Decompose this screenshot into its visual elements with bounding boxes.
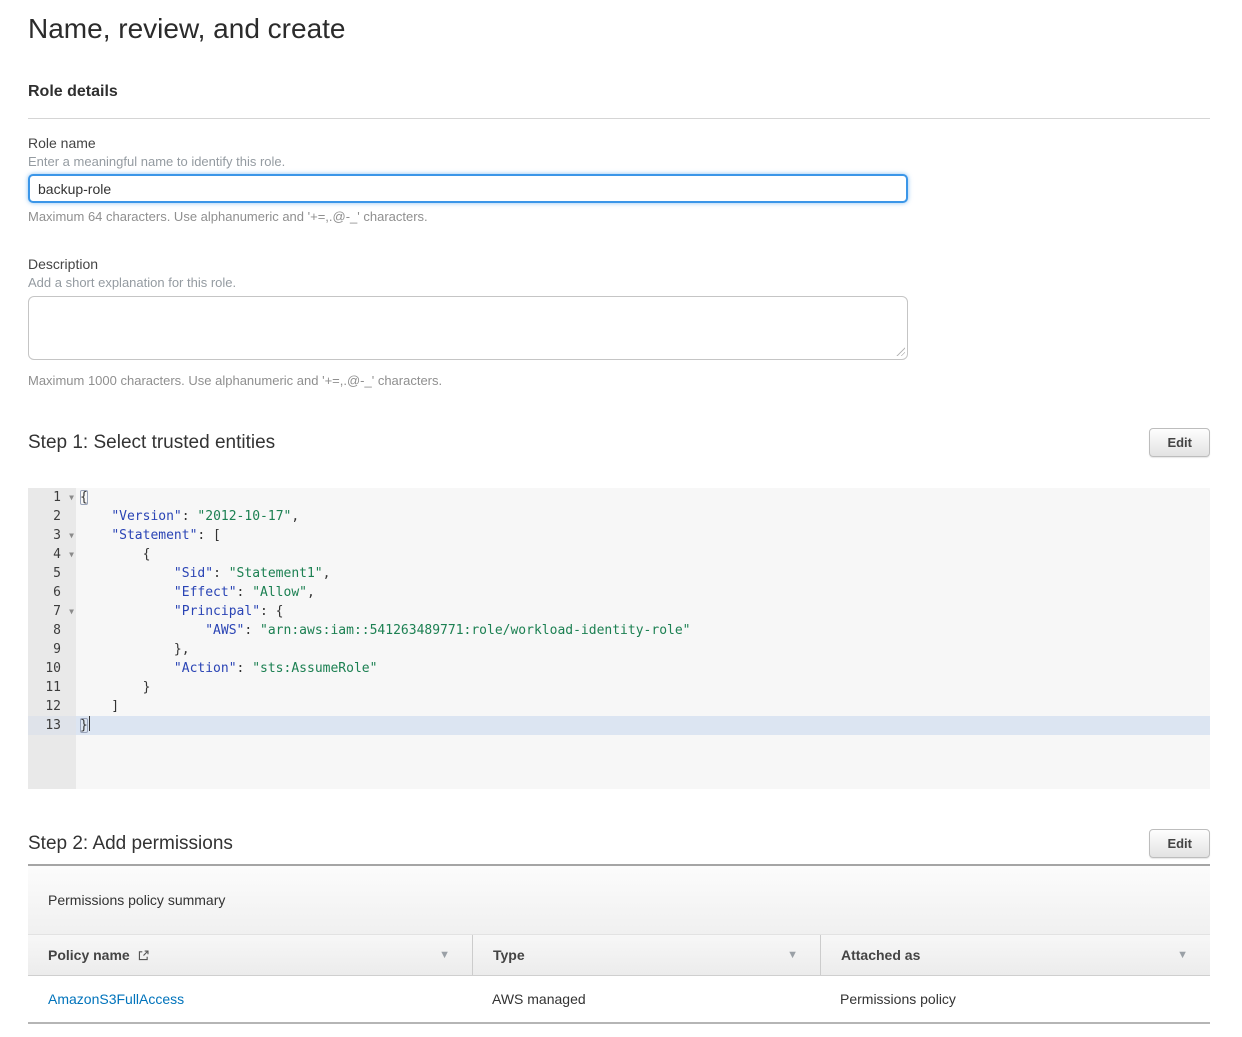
line-number: 2 xyxy=(28,507,76,526)
external-link-icon xyxy=(137,949,150,962)
editor-gutter: 1▼23▼4▼567▼8910111213 xyxy=(28,488,76,789)
column-header-attached-as[interactable]: Attached as ▼ xyxy=(820,935,1210,975)
code-line: } xyxy=(80,678,1210,697)
line-number: 12 xyxy=(28,697,76,716)
column-header-type[interactable]: Type ▼ xyxy=(472,935,820,975)
fold-caret-icon[interactable]: ▼ xyxy=(69,488,74,507)
line-number: 5 xyxy=(28,564,76,583)
line-number: 13 xyxy=(28,716,76,735)
line-number: 6 xyxy=(28,583,76,602)
sort-dropdown-icon[interactable]: ▼ xyxy=(439,949,450,961)
code-line: { xyxy=(80,545,1210,564)
policy-name-column-label: Policy name xyxy=(48,947,130,963)
description-constraint: Maximum 1000 characters. Use alphanumeri… xyxy=(28,373,1210,388)
divider xyxy=(28,118,1210,119)
fold-caret-icon[interactable]: ▼ xyxy=(69,602,74,621)
code-line: "Statement": [ xyxy=(80,526,1210,545)
step1-heading: Step 1: Select trusted entities xyxy=(28,431,275,455)
fold-caret-icon[interactable]: ▼ xyxy=(69,526,74,545)
type-column-label: Type xyxy=(493,947,525,963)
attached-as-column-label: Attached as xyxy=(841,947,920,963)
permissions-panel: Permissions policy summary Policy name ▼… xyxy=(28,864,1210,1024)
step1-header: Step 1: Select trusted entities Edit xyxy=(28,428,1210,457)
editor-code[interactable]: { "Version": "2012-10-17", "Statement": … xyxy=(76,488,1210,789)
step2-heading: Step 2: Add permissions xyxy=(28,832,233,856)
description-help: Add a short explanation for this role. xyxy=(28,275,1210,290)
description-label: Description xyxy=(28,256,1210,273)
policy-link[interactable]: AmazonS3FullAccess xyxy=(48,991,184,1007)
create-role-review-page: Name, review, and create Role details Ro… xyxy=(0,0,1242,1024)
trust-policy-editor[interactable]: 1▼23▼4▼567▼8910111213 { "Version": "2012… xyxy=(28,488,1210,789)
line-number: 8 xyxy=(28,621,76,640)
code-line: } xyxy=(76,716,1210,735)
role-details-heading: Role details xyxy=(28,82,1210,101)
code-line: "Effect": "Allow", xyxy=(80,583,1210,602)
line-number: 7▼ xyxy=(28,602,76,621)
page-title: Name, review, and create xyxy=(28,12,1210,46)
code-line: }, xyxy=(80,640,1210,659)
code-line: "Sid": "Statement1", xyxy=(80,564,1210,583)
table-row: AmazonS3FullAccess AWS managed Permissio… xyxy=(28,976,1210,1024)
role-name-label: Role name xyxy=(28,135,1210,152)
role-name-help: Enter a meaningful name to identify this… xyxy=(28,154,1210,169)
code-line: "AWS": "arn:aws:iam::541263489771:role/w… xyxy=(80,621,1210,640)
column-header-policy-name[interactable]: Policy name ▼ xyxy=(28,935,472,975)
step2-header: Step 2: Add permissions Edit xyxy=(28,829,1210,858)
line-number: 9 xyxy=(28,640,76,659)
line-number: 4▼ xyxy=(28,545,76,564)
code-line: ] xyxy=(80,697,1210,716)
policy-table-header: Policy name ▼ Type ▼ Attached as ▼ xyxy=(28,934,1210,976)
text-cursor xyxy=(89,716,90,731)
policy-type-cell: AWS managed xyxy=(472,991,820,1007)
permissions-panel-title: Permissions policy summary xyxy=(28,866,1210,934)
code-line: { xyxy=(80,488,1210,507)
sort-dropdown-icon[interactable]: ▼ xyxy=(1177,949,1188,961)
step1-edit-button[interactable]: Edit xyxy=(1149,428,1210,457)
code-line: "Version": "2012-10-17", xyxy=(80,507,1210,526)
role-name-constraint: Maximum 64 characters. Use alphanumeric … xyxy=(28,209,1210,224)
line-number: 10 xyxy=(28,659,76,678)
sort-dropdown-icon[interactable]: ▼ xyxy=(787,949,798,961)
policy-attached-as-cell: Permissions policy xyxy=(820,991,1210,1007)
code-line: "Action": "sts:AssumeRole" xyxy=(80,659,1210,678)
fold-caret-icon[interactable]: ▼ xyxy=(69,545,74,564)
code-line: "Principal": { xyxy=(80,602,1210,621)
description-textarea[interactable] xyxy=(28,296,908,360)
line-number: 1▼ xyxy=(28,488,76,507)
line-number: 11 xyxy=(28,678,76,697)
role-name-input[interactable] xyxy=(28,174,908,203)
step2-edit-button[interactable]: Edit xyxy=(1149,829,1210,858)
line-number: 3▼ xyxy=(28,526,76,545)
